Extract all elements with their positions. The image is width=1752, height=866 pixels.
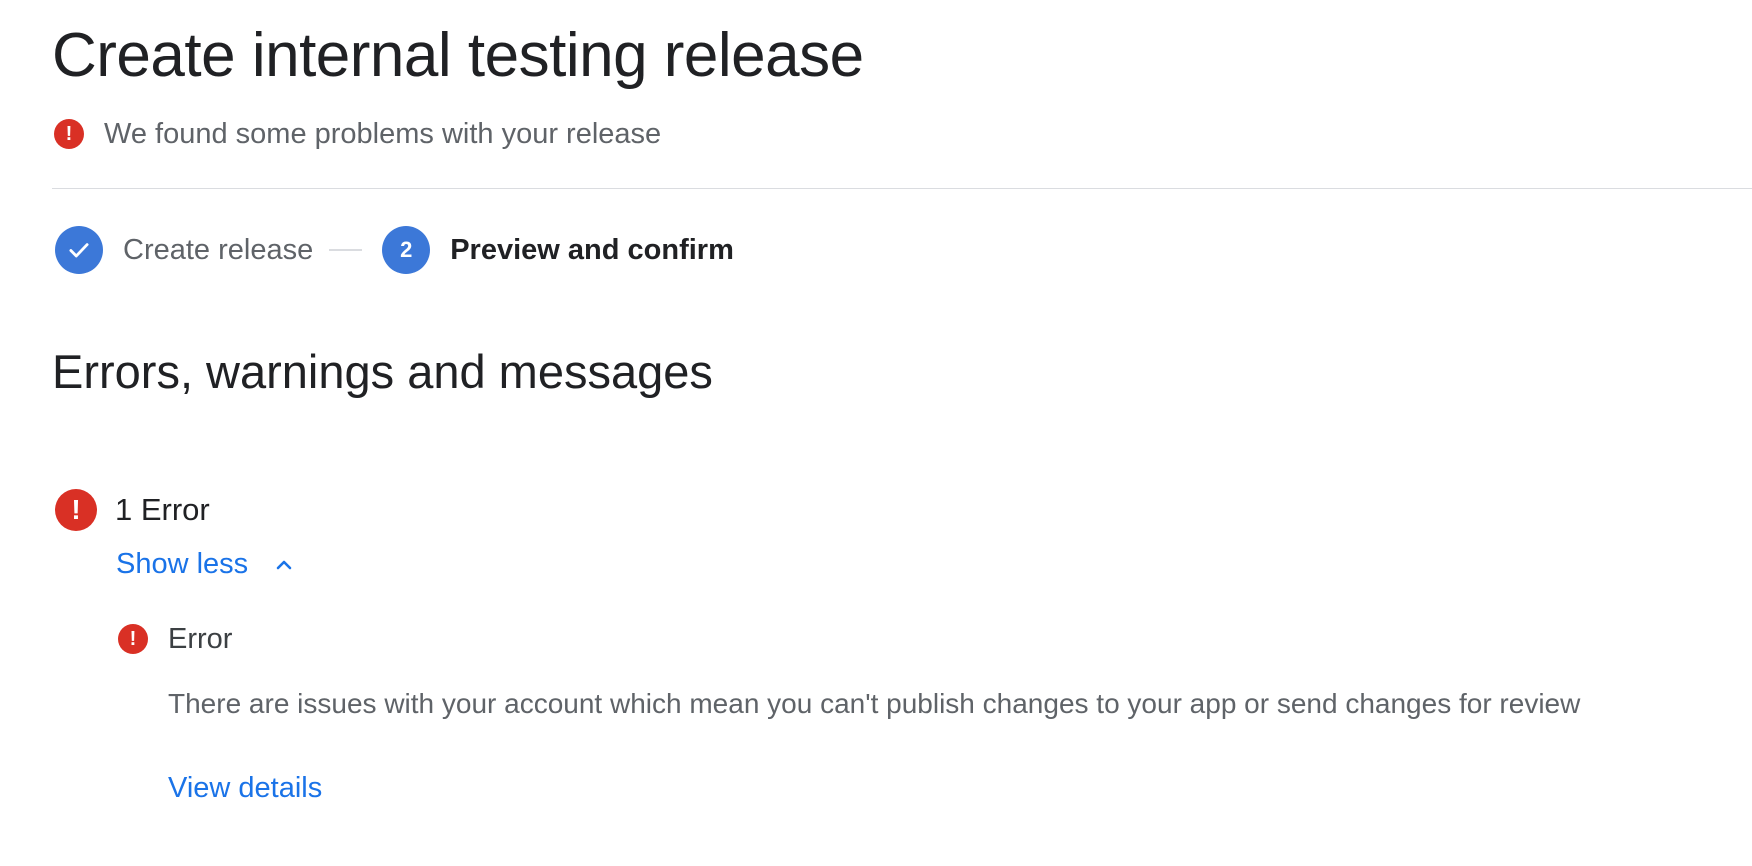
error-count: 1 Error — [115, 492, 210, 527]
error-item: ! Error — [118, 623, 232, 655]
error-icon: ! — [54, 119, 84, 149]
error-summary: ! 1 Error — [55, 489, 210, 531]
view-details-link[interactable]: View details — [168, 772, 322, 805]
error-item-title: Error — [168, 622, 233, 655]
step-create-release[interactable]: Create release — [123, 234, 313, 267]
header-divider — [52, 188, 1752, 189]
release-problems-alert: ! We found some problems with your relea… — [54, 118, 661, 150]
check-icon — [69, 243, 89, 258]
step-connector — [329, 249, 363, 251]
show-less-label: Show less — [116, 548, 249, 580]
step-completed-check-icon[interactable] — [55, 226, 103, 274]
section-title: Errors, warnings and messages — [52, 345, 713, 398]
chevron-up-icon — [276, 560, 292, 569]
page-title: Create internal testing release — [52, 21, 864, 90]
show-less-button[interactable]: Show less — [116, 548, 296, 581]
alert-message: We found some problems with your release — [104, 117, 662, 150]
error-icon: ! — [55, 489, 97, 531]
step-number-badge: 2 — [382, 226, 431, 274]
error-description: There are issues with your account which… — [168, 688, 1581, 719]
release-stepper: Create release 2 Preview and confirm — [55, 226, 734, 274]
error-icon: ! — [118, 624, 148, 654]
release-page: Create internal testing release ! We fou… — [0, 0, 1752, 866]
step-preview-and-confirm: Preview and confirm — [450, 233, 734, 266]
